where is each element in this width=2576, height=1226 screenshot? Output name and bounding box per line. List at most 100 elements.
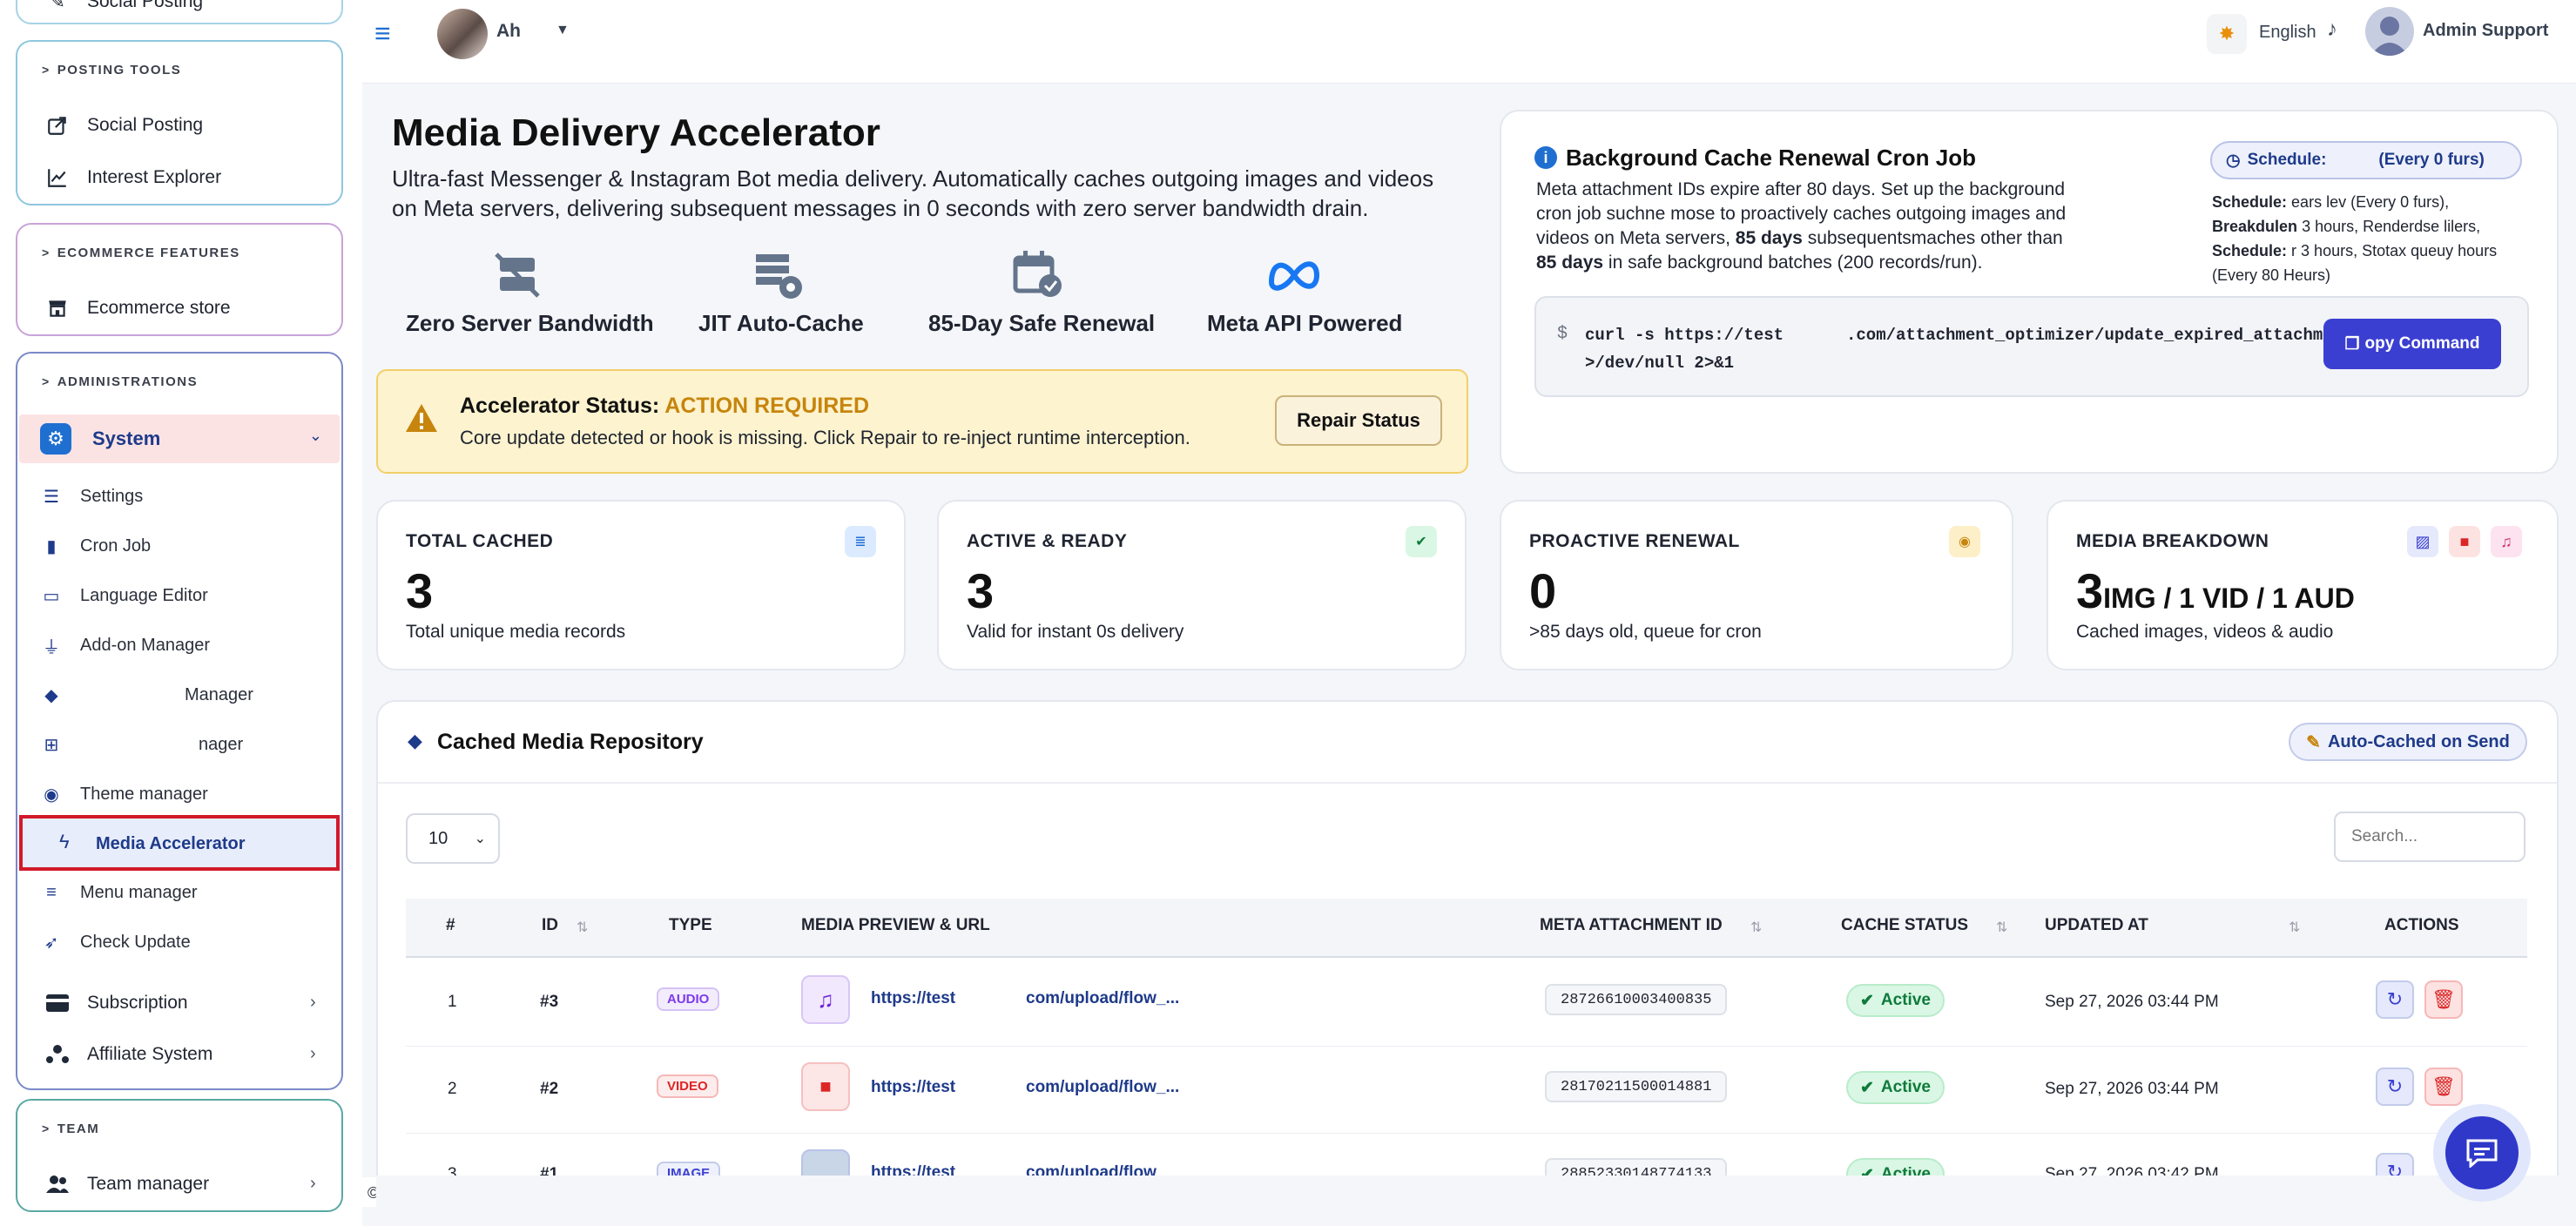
stat-card-media-breakdown: MEDIA BREAKDOWN 3IMG / 1 VID / 1 AUD Cac… bbox=[2047, 500, 2559, 670]
sidebar-sub-settings[interactable]: ☰ Settings bbox=[38, 474, 143, 519]
media-url[interactable]: https://test bbox=[871, 1078, 955, 1097]
settings-gear-icon: ⚙ bbox=[40, 423, 71, 455]
sort-icon[interactable]: ⇅ bbox=[2289, 919, 2300, 936]
admin-name[interactable]: Admin Support bbox=[2423, 21, 2548, 41]
refresh-button[interactable]: ↻ bbox=[2376, 1153, 2414, 1175]
delete-button[interactable]: 🗑 bbox=[2424, 980, 2463, 1019]
repair-status-button[interactable]: Repair Status bbox=[1275, 395, 1442, 446]
schedule-badge[interactable]: ◷ Schedule: (Every 0 furs) bbox=[2210, 141, 2522, 179]
cron-command-box[interactable]: $ curl -s https://test .com/attachment_o… bbox=[1534, 296, 2529, 397]
sidebar-sub-language-editor[interactable]: ▭ Language Editor bbox=[38, 573, 208, 618]
section-title-team[interactable]: > TEAM bbox=[42, 1122, 99, 1136]
feature-meta-api: Meta API Powered bbox=[1197, 246, 1402, 341]
sidebar-sub-manager[interactable]: ◆ Manager bbox=[38, 672, 253, 717]
sidebar-item-label: Social Posting bbox=[87, 0, 204, 11]
status-value: ACTION REQUIRED bbox=[664, 394, 870, 418]
chat-button[interactable] bbox=[2433, 1104, 2531, 1202]
refresh-button[interactable]: ↻ bbox=[2376, 980, 2414, 1019]
sidebar-item-social-posting[interactable]: Social Posting bbox=[40, 101, 203, 150]
stat-card-active-ready: ACTIVE & READY 3 Valid for instant 0s de… bbox=[937, 500, 1467, 670]
page-size-select[interactable]: 10 ⌄ bbox=[406, 813, 500, 864]
col-id[interactable]: ID bbox=[542, 916, 558, 935]
refresh-button[interactable]: ↻ bbox=[2376, 1068, 2414, 1106]
cron-description: Meta attachment IDs expire after 80 days… bbox=[1536, 179, 2067, 273]
sidebar-sub-nager[interactable]: ⊞ nager bbox=[38, 722, 244, 767]
section-title-administrations[interactable]: > ADMINISTRATIONS bbox=[42, 374, 198, 389]
sidebar-sub-cron-job[interactable]: ▮ Cron Job bbox=[38, 523, 151, 569]
status-badge: ✔ Active bbox=[1846, 1158, 1945, 1175]
users-network-icon bbox=[40, 1043, 75, 1066]
col-meta-id[interactable]: META ATTACHMENT ID bbox=[1540, 916, 1723, 935]
plug-icon: ⏚ bbox=[43, 637, 60, 657]
status-label: Accelerator Status: ACTION REQUIRED bbox=[460, 394, 870, 418]
page-title: Media Delivery Accelerator bbox=[392, 111, 880, 154]
type-badge-video: VIDEO bbox=[657, 1074, 718, 1098]
sidebar-item-affiliate[interactable]: Affiliate System bbox=[40, 1030, 212, 1079]
notification-icon[interactable]: ♪ bbox=[2327, 17, 2337, 42]
chevron-right-icon: › bbox=[310, 1044, 316, 1063]
media-url[interactable]: https://test bbox=[871, 1163, 955, 1175]
media-url-tail[interactable]: com/upload/flow_ bbox=[1026, 1163, 1165, 1175]
caret-down-icon[interactable]: ▼ bbox=[556, 23, 570, 38]
table-row: 2 #2 VIDEO ■ https://test com/upload/flo… bbox=[406, 1047, 2527, 1134]
bolt-icon: ϟ bbox=[59, 831, 70, 852]
stat-card-total-cached: TOTAL CACHED 3 Total unique media record… bbox=[376, 500, 906, 670]
auto-cached-badge: ✎ Auto-Cached on Send bbox=[2289, 723, 2527, 761]
calendar-check-icon bbox=[1012, 249, 1066, 304]
media-url[interactable]: https://test bbox=[871, 989, 955, 1008]
col-cache-status[interactable]: CACHE STATUS bbox=[1841, 916, 1968, 935]
video-thumb-icon: ■ bbox=[801, 1062, 850, 1111]
avatar[interactable] bbox=[437, 9, 488, 59]
sidebar-sub-menu-manager[interactable]: ≡ Menu manager bbox=[38, 870, 197, 915]
media-url-tail[interactable]: com/upload/flow_... bbox=[1026, 989, 1179, 1008]
status-badge: ✔ Active bbox=[1846, 984, 1945, 1017]
sitemap-icon: ⊞ bbox=[44, 735, 59, 755]
sort-icon[interactable]: ⇅ bbox=[577, 919, 588, 936]
delete-button[interactable]: 🗑 bbox=[2424, 1068, 2463, 1106]
check-circle-icon: ✔ bbox=[1406, 526, 1437, 557]
search-input[interactable] bbox=[2334, 812, 2525, 862]
chevron-down-icon: ⌄ bbox=[474, 832, 486, 846]
sidebar-item-team-manager[interactable]: Team manager bbox=[40, 1160, 209, 1209]
sidebar-sub-theme-manager[interactable]: ◉ Theme manager bbox=[38, 771, 207, 817]
media-url-tail[interactable]: com/upload/flow_... bbox=[1026, 1078, 1179, 1097]
status-message: Core update detected or hook is missing.… bbox=[460, 427, 1190, 448]
repo-divider bbox=[378, 782, 2557, 784]
feature-85-day-renewal: 85-Day Safe Renewal bbox=[923, 246, 1155, 341]
admin-avatar[interactable] bbox=[2365, 7, 2414, 56]
hamburger-menu-icon[interactable]: ≡ bbox=[374, 17, 391, 50]
audio-icon: ♫ bbox=[2491, 526, 2522, 557]
cron-command-line2: >/dev/null 2>&1 bbox=[1585, 354, 1735, 373]
meta-attachment-id: 28726610003400835 bbox=[1545, 984, 1728, 1015]
sidebar-sub-addon-manager[interactable]: ⏚ Add-on Manager bbox=[38, 623, 210, 668]
sidebar-item-system[interactable]: ⚙ System ⌄ bbox=[19, 414, 340, 463]
palette-toggle-icon[interactable]: ✸ bbox=[2207, 14, 2247, 54]
cron-job-card: i Background Cache Renewal Cron Job Meta… bbox=[1500, 110, 2559, 474]
language-icon: ▭ bbox=[43, 586, 60, 606]
copy-command-button[interactable]: ❐ opy Command bbox=[2323, 319, 2501, 369]
info-icon: i bbox=[1534, 146, 1557, 169]
status-badge: ✔ Active bbox=[1846, 1071, 1945, 1104]
palette-icon: ◉ bbox=[44, 785, 59, 805]
sort-icon[interactable]: ⇅ bbox=[1996, 919, 2007, 936]
user-name[interactable]: Ah bbox=[496, 21, 521, 42]
sidebar-sub-check-update[interactable]: ➶ Check Update bbox=[38, 920, 191, 965]
col-type: TYPE bbox=[669, 916, 712, 934]
language-selector[interactable]: English bbox=[2259, 23, 2316, 43]
sidebar-item-ecommerce-store[interactable]: Ecommerce store bbox=[40, 284, 231, 333]
section-title-posting-tools[interactable]: > POSTING TOOLS bbox=[42, 63, 181, 77]
feature-jit-auto-cache: JIT Auto-Cache bbox=[681, 246, 873, 341]
sort-icon[interactable]: ⇅ bbox=[1750, 919, 1762, 936]
col-num: # bbox=[446, 916, 455, 934]
section-title-ecommerce[interactable]: > ECOMMERCE FEATURES bbox=[42, 246, 240, 260]
sidebar-item-subscription[interactable]: Subscription bbox=[40, 979, 188, 1027]
col-updated-at[interactable]: UPDATED AT bbox=[2045, 916, 2148, 935]
schedule-details: Schedule: ears lev (Every 0 furs), Break… bbox=[2212, 193, 2498, 284]
copy-icon: ❐ bbox=[2344, 334, 2360, 354]
sidebar-sub-media-accelerator[interactable]: ϟ Media Accelerator bbox=[19, 815, 340, 871]
sidebar-item-interest-explorer[interactable]: Interest Explorer bbox=[40, 153, 221, 202]
sidebar-item-social-posting-top[interactable]: ✎ Social Posting bbox=[40, 0, 203, 26]
no-server-icon bbox=[491, 251, 543, 304]
cron-command-line1a: curl -s https://test bbox=[1585, 326, 1784, 345]
feature-zero-bandwidth: Zero Server Bandwidth bbox=[394, 246, 654, 341]
